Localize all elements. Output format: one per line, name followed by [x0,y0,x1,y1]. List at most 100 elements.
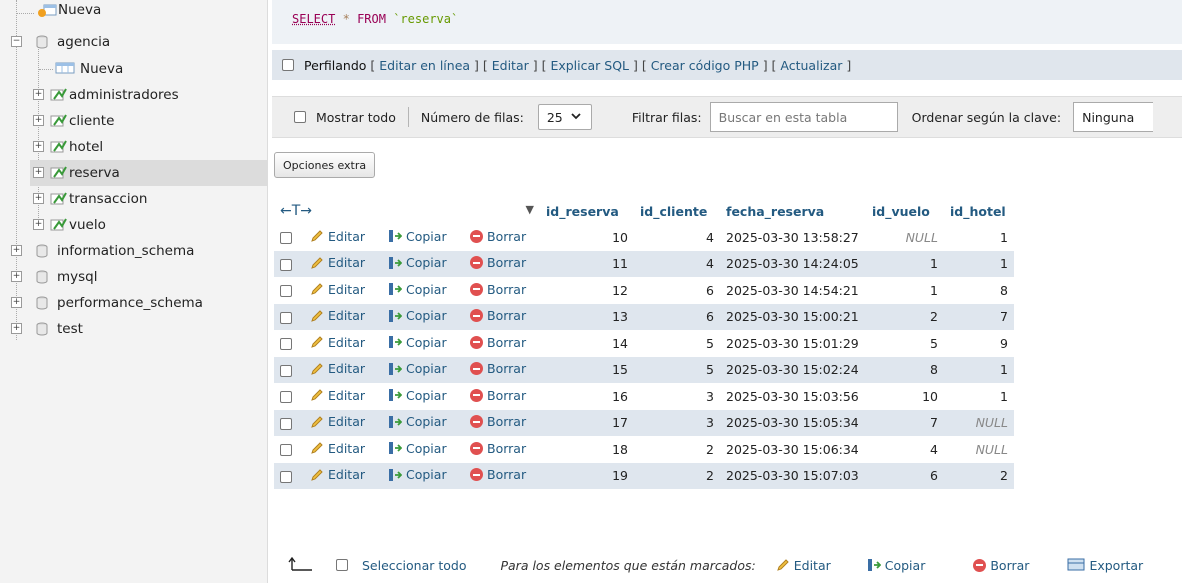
table-cell-id-hotel[interactable]: NULL [944,436,1014,463]
bulk-export-button[interactable]: Exportar [1067,557,1143,574]
row-copy-button[interactable]: Copiar [388,361,447,376]
row-delete-button[interactable]: Borrar [470,414,526,429]
table-cell-id-vuelo[interactable]: 5 [866,330,944,357]
bulk-copy-button[interactable]: Copiar [867,558,925,573]
table-cell-fecha-reserva[interactable]: 2025-03-30 15:00:21 [720,303,866,330]
table-cell-id-cliente[interactable]: 3 [634,383,720,410]
table-cell-id-reserva[interactable]: 12 [540,277,634,304]
expand-icon[interactable]: + [33,167,44,178]
row-delete-button[interactable]: Borrar [470,467,526,482]
row-checkbox[interactable] [280,417,292,430]
sidebar-item-new-database[interactable]: Nueva [0,0,267,26]
table-cell-id-hotel[interactable]: NULL [944,409,1014,436]
row-checkbox[interactable] [280,338,292,351]
table-cell-fecha-reserva[interactable]: 2025-03-30 15:07:03 [720,462,866,489]
table-cell-id-hotel[interactable]: 2 [944,462,1014,489]
row-copy-button[interactable]: Copiar [388,467,447,482]
bulk-edit-button[interactable]: Editar [776,558,831,573]
table-cell-id-reserva[interactable]: 14 [540,330,634,357]
row-delete-button[interactable]: Borrar [470,441,526,456]
expand-icon[interactable]: + [33,193,44,204]
extra-options-button[interactable]: Opciones extra [274,152,376,178]
expand-icon[interactable]: + [33,219,44,230]
column-header-id-cliente[interactable]: id_cliente [634,198,720,224]
row-checkbox[interactable] [280,232,292,245]
table-cell-id-hotel[interactable]: 1 [944,356,1014,383]
row-checkbox[interactable] [280,470,292,483]
row-checkbox[interactable] [280,391,292,404]
row-copy-button[interactable]: Copiar [388,255,447,270]
sql-keyword-select[interactable]: SELECT [292,12,335,26]
sidebar-item-cliente[interactable]: + cliente [0,108,267,134]
table-cell-id-vuelo[interactable]: 2 [866,303,944,330]
sidebar-item-information-schema[interactable]: + information_schema [0,238,267,264]
edit-query-link[interactable]: Editar [492,58,529,73]
row-edit-button[interactable]: Editar [310,308,365,323]
expand-icon[interactable]: + [11,323,22,334]
table-cell-id-hotel[interactable]: 1 [944,383,1014,410]
row-copy-button[interactable]: Copiar [388,388,447,403]
sidebar-item-reserva[interactable]: + reserva [30,160,267,186]
table-cell-id-hotel[interactable]: 1 [944,224,1014,251]
expand-icon[interactable]: + [33,141,44,152]
expand-icon[interactable]: + [11,245,22,256]
row-delete-button[interactable]: Borrar [470,388,526,403]
table-cell-fecha-reserva[interactable]: 2025-03-30 15:01:29 [720,330,866,357]
row-edit-button[interactable]: Editar [310,441,365,456]
table-cell-id-hotel[interactable]: 1 [944,250,1014,277]
row-copy-button[interactable]: Copiar [388,441,447,456]
table-cell-fecha-reserva[interactable]: 2025-03-30 15:02:24 [720,356,866,383]
table-cell-id-vuelo[interactable]: 4 [866,436,944,463]
explain-sql-link[interactable]: Explicar SQL [550,58,629,73]
row-delete-button[interactable]: Borrar [470,282,526,297]
row-delete-button[interactable]: Borrar [470,255,526,270]
sidebar-item-hotel[interactable]: + hotel [0,134,267,160]
table-cell-id-vuelo[interactable]: 8 [866,356,944,383]
table-cell-id-cliente[interactable]: 5 [634,356,720,383]
column-header-id-reserva[interactable]: id_reserva [540,198,634,224]
bulk-delete-button[interactable]: Borrar [973,558,1029,573]
select-all-label[interactable]: Seleccionar todo [362,558,466,573]
table-cell-id-cliente[interactable]: 2 [634,462,720,489]
row-delete-button[interactable]: Borrar [470,361,526,376]
column-header-id-vuelo[interactable]: id_vuelo [866,198,944,224]
row-edit-button[interactable]: Editar [310,255,365,270]
table-cell-id-cliente[interactable]: 4 [634,224,720,251]
expand-icon[interactable]: + [33,89,44,100]
sidebar-item-performance-schema[interactable]: + performance_schema [0,290,267,316]
row-checkbox[interactable] [280,364,292,377]
row-copy-button[interactable]: Copiar [388,335,447,350]
table-cell-fecha-reserva[interactable]: 2025-03-30 15:03:56 [720,383,866,410]
column-header-fecha-reserva[interactable]: fecha_reserva [720,198,866,224]
rows-select[interactable]: 25 [537,104,592,130]
table-cell-fecha-reserva[interactable]: 2025-03-30 15:05:34 [720,409,866,436]
row-checkbox[interactable] [280,285,292,298]
row-copy-button[interactable]: Copiar [388,282,447,297]
profiling-checkbox[interactable] [282,59,294,71]
table-cell-id-reserva[interactable]: 16 [540,383,634,410]
sort-indicator-icon[interactable]: ▼ [526,203,534,216]
table-cell-id-reserva[interactable]: 17 [540,409,634,436]
expand-icon[interactable]: + [33,115,44,126]
column-header-id-hotel[interactable]: id_hotel [944,198,1014,224]
table-cell-id-reserva[interactable]: 18 [540,436,634,463]
expand-icon[interactable]: + [11,271,22,282]
row-copy-button[interactable]: Copiar [388,229,447,244]
refresh-link[interactable]: Actualizar [780,58,842,73]
table-cell-id-hotel[interactable]: 8 [944,277,1014,304]
table-cell-id-reserva[interactable]: 19 [540,462,634,489]
table-cell-id-hotel[interactable]: 7 [944,303,1014,330]
row-checkbox[interactable] [280,258,292,271]
show-all-checkbox[interactable] [294,111,306,123]
table-cell-fecha-reserva[interactable]: 2025-03-30 13:58:27 [720,224,866,251]
collapse-icon[interactable]: − [11,36,22,47]
table-cell-id-cliente[interactable]: 2 [634,436,720,463]
sidebar-item-agencia[interactable]: − agencia [0,29,267,55]
row-edit-button[interactable]: Editar [310,388,365,403]
table-cell-id-reserva[interactable]: 11 [540,250,634,277]
sidebar-item-mysql[interactable]: + mysql [0,264,267,290]
table-cell-id-cliente[interactable]: 6 [634,303,720,330]
row-edit-button[interactable]: Editar [310,335,365,350]
table-cell-id-vuelo[interactable]: 1 [866,250,944,277]
row-checkbox[interactable] [280,311,292,324]
